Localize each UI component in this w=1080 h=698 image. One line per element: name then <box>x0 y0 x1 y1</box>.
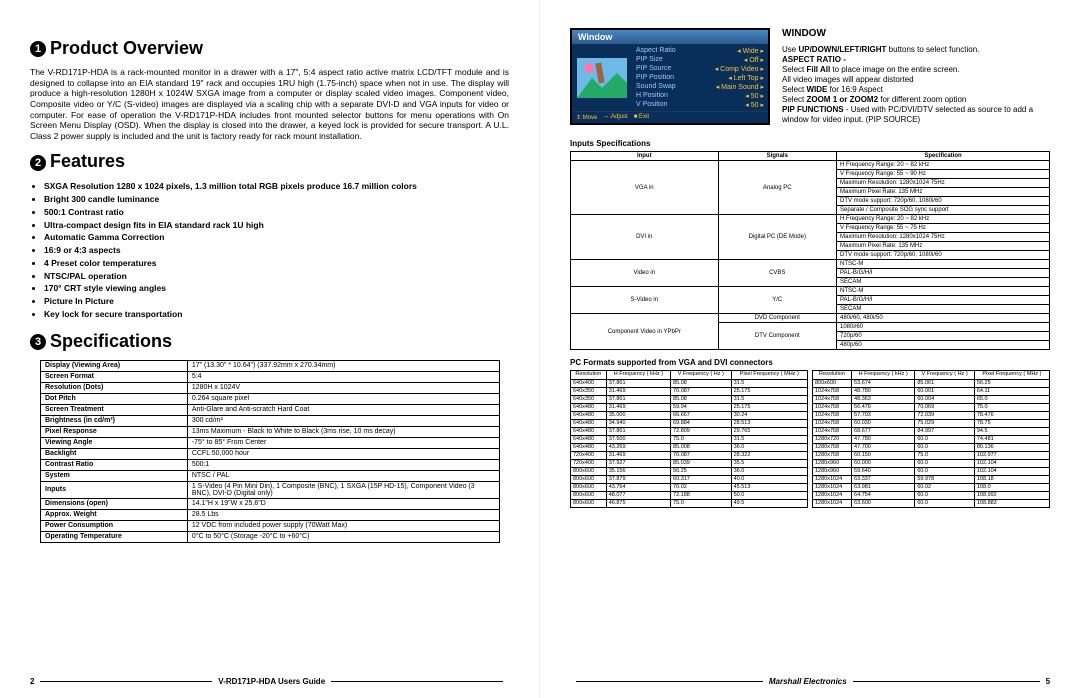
input-spec-row: Video inCVBSNTSC-M <box>571 260 1050 269</box>
pc-format-row: 1280x96059.64060.0102.104 <box>813 467 1050 475</box>
input-spec-row: VGA inAnalog PCH Frequency Range: 20 ~ 8… <box>571 161 1050 170</box>
spec-row: Power Consumption12 VDC from included po… <box>41 520 500 531</box>
footer-left: 2 V-RD171P-HDA Users Guide <box>30 677 509 686</box>
pc-format-row: 1280x102463.33759.978108.18 <box>813 475 1050 483</box>
spec-row: Operating Temperature0°C to 50°C (Storag… <box>41 531 500 542</box>
footer-title: Marshall Electronics <box>769 677 847 686</box>
pc-format-row: 1024x76860.03075.02978.75 <box>813 419 1050 427</box>
osd-title: Window <box>572 30 768 44</box>
pc-format-row: 800x60046.87575.049.5 <box>571 499 808 507</box>
spec-row: Dot Pitch0.264 square pixel <box>41 393 500 404</box>
section-2-heading: 2Features <box>30 151 509 172</box>
inputs-spec-table: InputSignalsSpecificationVGA inAnalog PC… <box>570 151 1050 350</box>
section-title: Features <box>50 151 125 171</box>
spec-row: Viewing Angle-75° to 85° From Center <box>41 437 500 448</box>
osd-footer: ⇕:Move⇔:Adjust■:Exit <box>572 111 768 123</box>
pc-format-row: 1280x102463.98160.02108.0 <box>813 483 1050 491</box>
pc-format-row: 1024x76848.78060.00164.11 <box>813 387 1050 395</box>
pc-format-row: 1280x102463.60060.0108.883 <box>813 499 1050 507</box>
overview-paragraph: The V-RD171P-HDA is a rack-mounted monit… <box>30 67 509 141</box>
right-page: Window Aspect Ratio◂ Wide ▸PIP Size◂ Off… <box>540 0 1080 698</box>
pc-format-row: 640x48034.94069.88428.513 <box>571 419 808 427</box>
page-number: 5 <box>1046 677 1050 686</box>
feature-item: 4 Preset color temperatures <box>44 257 509 270</box>
osd-screenshot: Window Aspect Ratio◂ Wide ▸PIP Size◂ Off… <box>570 28 770 125</box>
feature-item: 500:1 Contrast ratio <box>44 206 509 219</box>
footer-right: Marshall Electronics 5 <box>570 677 1050 686</box>
spec-row: Contrast Ratio500:1 <box>41 459 500 470</box>
feature-item: Picture In Picture <box>44 295 509 308</box>
spec-row: Pixel Response13ms Maximum - Black to Wh… <box>41 426 500 437</box>
pc-format-row: 640x48037.50075.031.5 <box>571 435 808 443</box>
spec-row: Dimensions (open)14.1"H x 19"W x 25.6"D <box>41 498 500 509</box>
spec-row: Brightness (in cd/m²)300 cd/m² <box>41 415 500 426</box>
pc-format-row: 640x48035.00066.66730.24 <box>571 411 808 419</box>
input-spec-row: DVI inDigital PC (DE Mode)H Frequency Ra… <box>571 215 1050 224</box>
osd-preview-image <box>572 44 632 111</box>
pc-format-row: 640x48037.86172.80929.765 <box>571 427 808 435</box>
pc-format-row: 800x60048.07772.18850.0 <box>571 491 808 499</box>
input-spec-row: S-Video inY/CNTSC-M <box>571 287 1050 296</box>
features-list: SXGA Resolution 1280 x 1024 pixels, 1.3 … <box>44 180 509 320</box>
pc-formats-tables: ResolutionH Frequency ( kHz )V Frequency… <box>570 370 1050 508</box>
pc-formats-heading: PC Formats supported from VGA and DVI co… <box>570 358 1050 367</box>
spec-row: Screen TreatmentAnti-Glare and Anti-scra… <box>41 404 500 415</box>
feature-item: Ultra-compact design fits in EIA standar… <box>44 219 509 232</box>
spec-row: Screen Format5:4 <box>41 371 500 382</box>
pc-format-row: 1024x76857.70372.03978.476 <box>813 411 1050 419</box>
numbered-circle-3: 3 <box>30 334 46 350</box>
spec-row: Display (Viewing Area)17" (13.30" * 10.6… <box>41 360 500 371</box>
pc-format-row: 640x35037.86185.0831.5 <box>571 395 808 403</box>
window-text: WINDOW Use UP/DOWN/LEFT/RIGHT buttons to… <box>782 28 1050 125</box>
pc-format-row: 1024x76856.47670.06975.0 <box>813 403 1050 411</box>
spec-row: BacklightCCFL 50,000 hour <box>41 448 500 459</box>
feature-item: NTSC/PAL operation <box>44 270 509 283</box>
pc-format-row: 1280x72047.78060.074.481 <box>813 435 1050 443</box>
spec-row: SystemNTSC / PAL <box>41 470 500 481</box>
window-heading: WINDOW <box>782 28 1050 41</box>
spec-row: Approx. Weight28.5 Lbs <box>41 509 500 520</box>
window-section: Window Aspect Ratio◂ Wide ▸PIP Size◂ Off… <box>570 28 1050 125</box>
numbered-circle-1: 1 <box>30 41 46 57</box>
left-page: 1Product Overview The V-RD171P-HDA is a … <box>0 0 540 698</box>
inputs-spec-heading: Inputs Specifications <box>570 139 1050 148</box>
osd-menu: Aspect Ratio◂ Wide ▸PIP Size◂ Off ▸PIP S… <box>632 44 768 111</box>
feature-item: 170° CRT style viewing angles <box>44 282 509 295</box>
pc-format-row: 1024x76868.67784.99794.5 <box>813 427 1050 435</box>
feature-item: Key lock for secure transportation <box>44 308 509 321</box>
pc-format-row: 720x40037.92785.03935.5 <box>571 459 808 467</box>
section-3-heading: 3Specifications <box>30 331 509 352</box>
pc-table-left: ResolutionH Frequency ( kHz )V Frequency… <box>570 370 808 508</box>
specifications-table: Display (Viewing Area)17" (13.30" * 10.6… <box>40 360 500 543</box>
footer-title: V-RD171P-HDA Users Guide <box>218 677 325 686</box>
pc-format-row: 640x35031.46970.08725.175 <box>571 387 808 395</box>
pc-format-row: 800x60035.15656.2536.0 <box>571 467 808 475</box>
feature-item: SXGA Resolution 1280 x 1024 pixels, 1.3 … <box>44 180 509 193</box>
pc-format-row: 640x48031.46959.9425.175 <box>571 403 808 411</box>
pc-format-row: 1024x76848.36360.00465.0 <box>813 395 1050 403</box>
feature-item: Automatic Gamma Correction <box>44 231 509 244</box>
input-spec-row: Component Video in YPbPrDVD Component480… <box>571 314 1050 323</box>
pc-format-row: 1280x102464.75460.0108.992 <box>813 491 1050 499</box>
feature-item: 16:9 or 4:3 aspects <box>44 244 509 257</box>
section-title: Specifications <box>50 331 172 351</box>
pc-format-row: 640x48043.26985.00836.0 <box>571 443 808 451</box>
pc-format-row: 1280x76847.70060.080.136 <box>813 443 1050 451</box>
section-1-heading: 1Product Overview <box>30 38 509 59</box>
spec-row: Resolution (Dots)1280H x 1024V <box>41 382 500 393</box>
page-number: 2 <box>30 677 34 686</box>
pc-format-row: 800x60037.87960.31740.0 <box>571 475 808 483</box>
section-title: Product Overview <box>50 38 203 58</box>
pc-format-row: 800x60053.67485.06156.25 <box>813 379 1050 387</box>
pc-format-row: 720x40031.46970.08728.322 <box>571 451 808 459</box>
feature-item: Bright 300 candle luminance <box>44 193 509 206</box>
pc-format-row: 640x40037.86185.0831.5 <box>571 379 808 387</box>
pc-format-row: 800x60043.76470.0245.513 <box>571 483 808 491</box>
pc-table-right: ResolutionH Frequency ( kHz )V Frequency… <box>812 370 1050 508</box>
pc-format-row: 1280x76860.15075.0102.977 <box>813 451 1050 459</box>
spec-row: Inputs1 S-Video (4 Pin Mini Din), 1 Comp… <box>41 481 500 498</box>
pc-format-row: 1280x96060.00060.0102.104 <box>813 459 1050 467</box>
numbered-circle-2: 2 <box>30 155 46 171</box>
